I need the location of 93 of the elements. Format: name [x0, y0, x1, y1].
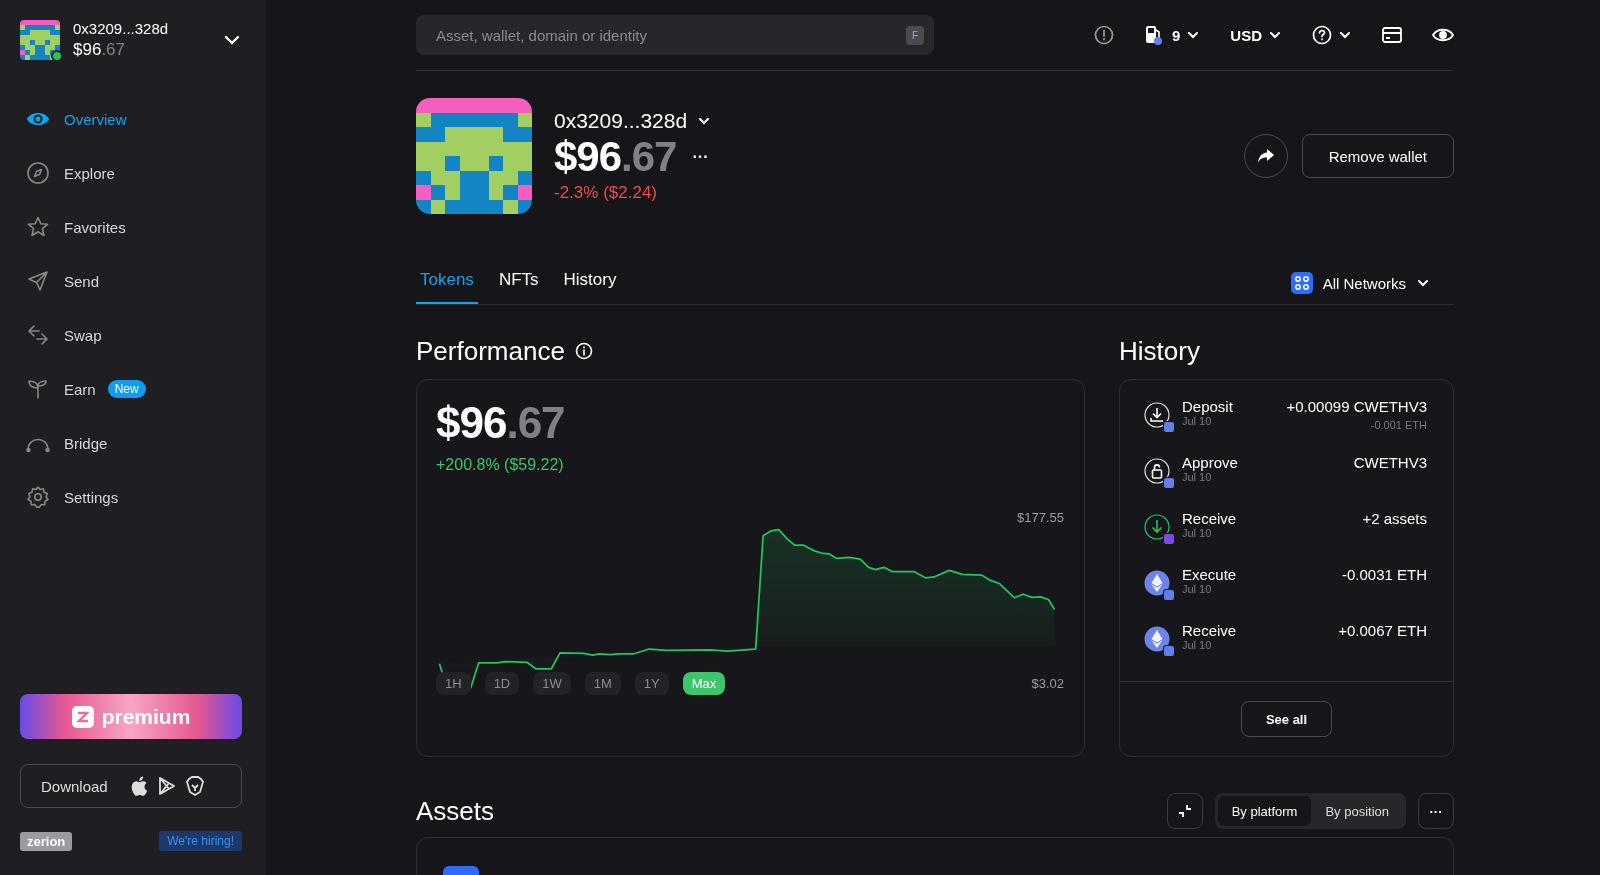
apple-icon[interactable] [129, 776, 148, 796]
star-icon [26, 215, 50, 239]
section-title: Performance [416, 335, 565, 367]
share-arrow-icon [1256, 148, 1275, 164]
transaction-amount: CWETHV3 [1353, 454, 1427, 471]
wallet-balance: $96.67 [73, 40, 126, 60]
nav-item[interactable]: Bridge [26, 427, 242, 459]
pixel-avatar-icon [416, 98, 532, 214]
eye-button[interactable] [1432, 27, 1454, 43]
download-label: Download [41, 777, 108, 795]
wallet-balance: $96.67 [554, 133, 677, 181]
collapse-button[interactable] [1166, 793, 1203, 829]
transaction-type: Execute [1182, 566, 1237, 583]
nav-label: Overview [64, 110, 127, 128]
nav-item[interactable]: Earn New [26, 373, 242, 405]
nav-item[interactable]: Explore [26, 157, 242, 189]
currency-button[interactable]: USD [1230, 26, 1282, 44]
view-option[interactable]: By position [1311, 796, 1403, 826]
settings-icon [26, 485, 50, 509]
more-button[interactable]: ··· [1418, 793, 1454, 829]
sprout-icon [26, 377, 50, 401]
transaction-type: Approve [1182, 454, 1238, 471]
zerion-logo: zerion [20, 831, 73, 851]
transaction-amount: -0.0031 ETH [1341, 566, 1427, 583]
period-button[interactable]: 1M [584, 672, 621, 695]
info-icon[interactable] [574, 342, 593, 360]
transaction-amount: +2 assets [1362, 510, 1427, 527]
search-field[interactable]: Asset, wallet, domain or identity F [416, 15, 934, 55]
transaction-amount: +0.00099 CWETHV3 [1286, 398, 1427, 415]
tab[interactable]: NFTs [494, 270, 543, 304]
pixel-avatar-icon [20, 20, 60, 60]
collapse-icon [1176, 803, 1193, 819]
wallet-address: 0x3209...328d [73, 20, 170, 37]
network-icon [1290, 272, 1313, 294]
card-icon [1382, 26, 1402, 44]
nav-label: Favorites [64, 218, 126, 236]
nav-label: Send [64, 272, 100, 290]
period-button[interactable]: 1Y [634, 672, 669, 695]
transaction-date: Jul 10 [1182, 415, 1213, 427]
transaction-date: Jul 10 [1182, 527, 1213, 539]
nav-label: Explore [64, 164, 115, 182]
tab[interactable]: Tokens [416, 270, 478, 304]
section-title: History [1119, 335, 1200, 367]
section-title: Assets [416, 795, 495, 827]
max-value-label: $177.55 [1017, 510, 1064, 525]
view-option[interactable]: By platform [1217, 796, 1312, 826]
compass-icon [26, 161, 50, 185]
nav-item[interactable]: Overview [26, 103, 242, 135]
help-icon [1312, 25, 1332, 45]
period-button[interactable]: 1D [484, 672, 520, 695]
nav-item[interactable]: Send [26, 265, 242, 297]
send-icon [26, 269, 50, 293]
nav-item[interactable]: Swap [26, 319, 242, 351]
nav-item[interactable]: Settings [26, 481, 242, 513]
shortcut-key: F [905, 25, 924, 45]
nav-label: Swap [64, 326, 102, 344]
transaction-sub-amount: -0.001 ETH [1370, 419, 1427, 431]
performance-change: +200.8% ($59.22) [436, 456, 565, 474]
transaction-date: Jul 10 [1182, 583, 1213, 595]
see-all-button[interactable]: See all [1240, 701, 1333, 737]
remove-wallet-button[interactable]: Remove wallet [1301, 134, 1454, 178]
nav-label: Earn [64, 380, 96, 398]
alert-button[interactable] [1094, 25, 1114, 45]
premium-logo-icon [71, 705, 94, 728]
transaction-amount: +0.0067 ETH [1338, 622, 1427, 639]
network-selector[interactable]: All Networks [1290, 272, 1430, 304]
transaction-type: Receive [1182, 510, 1237, 527]
play-store-icon[interactable] [157, 776, 176, 796]
swap-icon [26, 323, 50, 347]
transaction-type: Deposit [1182, 398, 1233, 415]
transaction-date: Jul 10 [1182, 639, 1213, 651]
premium-label: premium [101, 704, 191, 729]
balance-change: -2.3% ($2.24) [554, 183, 658, 203]
card-button[interactable] [1382, 26, 1402, 44]
period-button[interactable]: 1W [533, 672, 571, 695]
online-status-dot [51, 50, 63, 62]
new-badge: New [107, 380, 146, 398]
min-value-label: $3.02 [1031, 676, 1064, 691]
portfolio-value: $96.67 [436, 398, 566, 448]
transaction-date: Jul 10 [1182, 471, 1213, 483]
help-button[interactable] [1312, 25, 1352, 45]
wallet-address: 0x3209...328d [554, 109, 688, 133]
gas-button[interactable]: 9 [1144, 24, 1201, 46]
search-input[interactable]: Asset, wallet, domain or identity [434, 25, 906, 45]
eye-icon [1432, 27, 1454, 43]
period-button[interactable]: 1H [436, 672, 471, 695]
nav-item[interactable]: Favorites [26, 211, 242, 243]
nav-label: Settings [64, 488, 119, 506]
nav-label: Bridge [64, 434, 108, 452]
tab[interactable]: History [559, 270, 621, 304]
transaction-type: Receive [1182, 622, 1237, 639]
more-button[interactable]: ··· [692, 148, 709, 166]
alert-icon [1094, 25, 1114, 45]
